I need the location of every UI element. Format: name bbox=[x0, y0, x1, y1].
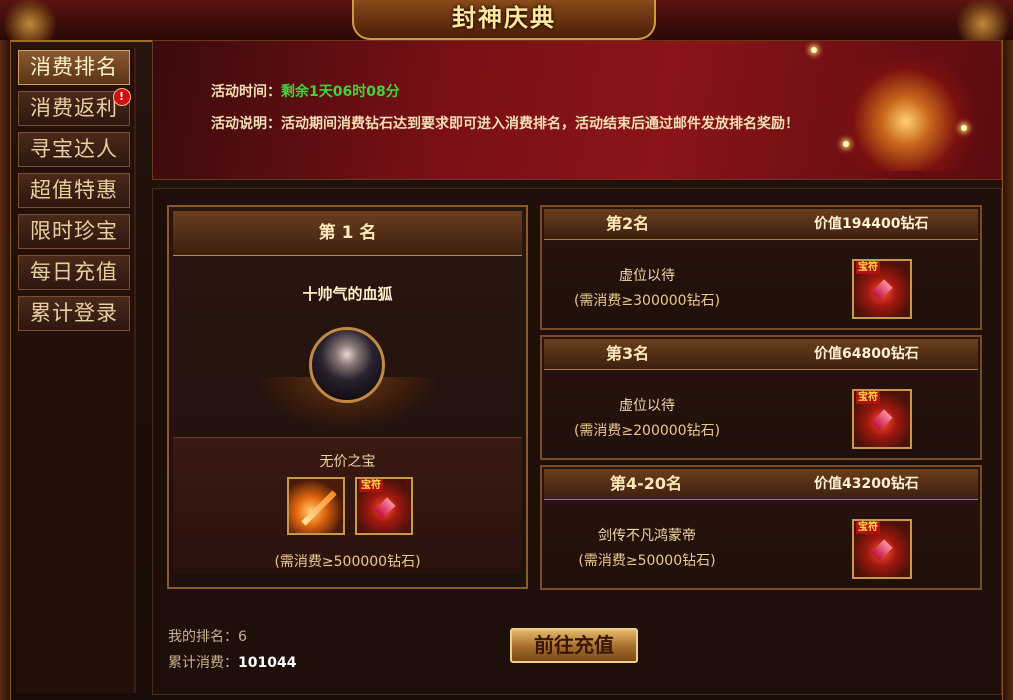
rank-3-player-name: 虚位以待 bbox=[619, 398, 675, 414]
first-place-player-name: 十帅气的血狐 bbox=[302, 285, 393, 303]
go-recharge-button[interactable]: 前往充值 bbox=[510, 628, 638, 663]
title-plate: 封神庆典 bbox=[352, 0, 656, 40]
rank-2-requirement: (需消费≥300000钻石) bbox=[573, 293, 721, 309]
dragon-ornament-right-icon bbox=[953, 0, 1013, 40]
notification-badge: ! bbox=[113, 88, 131, 106]
frame-border-left bbox=[0, 40, 11, 700]
window-title: 封神庆典 bbox=[452, 3, 556, 32]
rank-2-value: 价值194400钻石 bbox=[814, 216, 929, 232]
crystal-shape bbox=[871, 409, 893, 431]
rank-4-20-header: 第4-20名 价值43200钻石 bbox=[544, 469, 978, 500]
rank-4-20-value: 价值43200钻石 bbox=[814, 476, 919, 492]
treasure-bag-icon bbox=[831, 61, 981, 171]
my-rank-label: 我的排名： bbox=[168, 629, 238, 645]
sparkle-icon bbox=[961, 125, 967, 131]
total-consumption-value: 101044 bbox=[238, 655, 297, 671]
avatar[interactable] bbox=[309, 327, 385, 403]
event-time-label: 活动时间： bbox=[211, 84, 281, 100]
sidebar-item-label: 消费返利 bbox=[30, 96, 118, 120]
sidebar-item-label: 消费排名 bbox=[30, 55, 118, 79]
rank-3-requirement: (需消费≥200000钻石) bbox=[573, 423, 721, 439]
treasure-chest-icon[interactable]: 宝符 bbox=[852, 259, 912, 319]
event-description-label: 活动说明： bbox=[211, 116, 281, 132]
treasure-chest-icon[interactable]: 宝符 bbox=[355, 477, 413, 535]
flaming-sword-icon[interactable] bbox=[287, 477, 345, 535]
crystal-shape bbox=[871, 279, 893, 301]
sidebar-item-cumulative-login[interactable]: 累计登录 bbox=[18, 296, 130, 331]
sidebar-item-label: 超值特惠 bbox=[30, 178, 118, 202]
sidebar-item-treasure-hunt[interactable]: 寻宝达人 bbox=[18, 132, 130, 167]
sparkle-icon bbox=[843, 141, 849, 147]
frame-border-right bbox=[1002, 40, 1013, 700]
sidebar-item-consumption-ranking[interactable]: 消费排名 bbox=[18, 50, 130, 85]
first-place-panel: 第 1 名 十帅气的血狐 无价之宝 宝符 (需消费≥500000钻石) bbox=[167, 205, 528, 589]
rank-4-20-player-name: 剑传不凡鸿蒙帝 bbox=[598, 528, 696, 544]
treasure-label: 无价之宝 bbox=[319, 454, 376, 470]
item-tag: 宝符 bbox=[856, 261, 880, 274]
event-description: 活动说明：活动期间消费钻石达到要求即可进入消费排名，活动结束后通过邮件发放排名奖… bbox=[211, 113, 799, 133]
event-description-value: 活动期间消费钻石达到要求即可进入消费排名，活动结束后通过邮件发放排名奖励！ bbox=[281, 116, 799, 132]
rank-3-title: 第3名 bbox=[606, 344, 650, 363]
sidebar-item-label: 限时珍宝 bbox=[30, 219, 118, 243]
blade-shape bbox=[301, 490, 337, 526]
rank-4-20-panel: 第4-20名 价值43200钻石 剑传不凡鸿蒙帝 (需消费≥50000钻石) 宝… bbox=[540, 465, 982, 590]
item-tag: 宝符 bbox=[856, 521, 880, 534]
sidebar: 消费排名 消费返利! 寻宝达人 超值特惠 限时珍宝 每日充值 累计登录 bbox=[16, 48, 136, 693]
rank-2-header: 第2名 价值194400钻石 bbox=[544, 209, 978, 240]
event-time-value: 剩余1天06时08分 bbox=[281, 84, 400, 100]
rank-3-panel: 第3名 价值64800钻石 虚位以待 (需消费≥200000钻石) 宝符 bbox=[540, 335, 982, 460]
treasure-chest-icon[interactable]: 宝符 bbox=[852, 389, 912, 449]
rank-2-panel: 第2名 价值194400钻石 虚位以待 (需消费≥300000钻石) 宝符 bbox=[540, 205, 982, 330]
sidebar-item-daily-recharge[interactable]: 每日充值 bbox=[18, 255, 130, 290]
total-consumption-label: 累计消费： bbox=[168, 655, 238, 671]
treasure-chest-icon[interactable]: 宝符 bbox=[852, 519, 912, 579]
sidebar-item-limited-treasure[interactable]: 限时珍宝 bbox=[18, 214, 130, 249]
sparkle-icon bbox=[811, 47, 817, 53]
my-rank: 我的排名：6 bbox=[168, 626, 247, 646]
rank-2-player-name: 虚位以待 bbox=[619, 268, 675, 284]
total-consumption: 累计消费：101044 bbox=[168, 652, 296, 672]
first-place-title: 第 1 名 bbox=[173, 211, 522, 256]
sidebar-item-label: 寻宝达人 bbox=[30, 137, 118, 161]
event-time: 活动时间：剩余1天06时08分 bbox=[211, 81, 400, 101]
rank-4-20-requirement: (需消费≥50000钻石) bbox=[578, 553, 716, 569]
rank-4-20-title: 第4-20名 bbox=[610, 474, 683, 493]
rank-2-title: 第2名 bbox=[606, 214, 650, 233]
my-rank-value: 6 bbox=[238, 629, 247, 645]
item-tag: 宝符 bbox=[856, 391, 880, 404]
sidebar-item-label: 累计登录 bbox=[30, 301, 118, 325]
rank-3-header: 第3名 价值64800钻石 bbox=[544, 339, 978, 370]
sidebar-item-special-deals[interactable]: 超值特惠 bbox=[18, 173, 130, 208]
event-banner: 活动时间：剩余1天06时08分 活动说明：活动期间消费钻石达到要求即可进入消费排… bbox=[152, 40, 1002, 180]
first-place-requirement: (需消费≥500000钻石) bbox=[274, 554, 421, 570]
sidebar-item-label: 每日充值 bbox=[30, 260, 118, 284]
rank-3-value: 价值64800钻石 bbox=[814, 346, 919, 362]
crystal-shape bbox=[871, 539, 893, 561]
crystal-shape bbox=[374, 497, 396, 519]
dragon-ornament-left-icon bbox=[0, 0, 60, 40]
sidebar-item-consumption-rebate[interactable]: 消费返利! bbox=[18, 88, 131, 126]
item-tag: 宝符 bbox=[359, 479, 383, 492]
